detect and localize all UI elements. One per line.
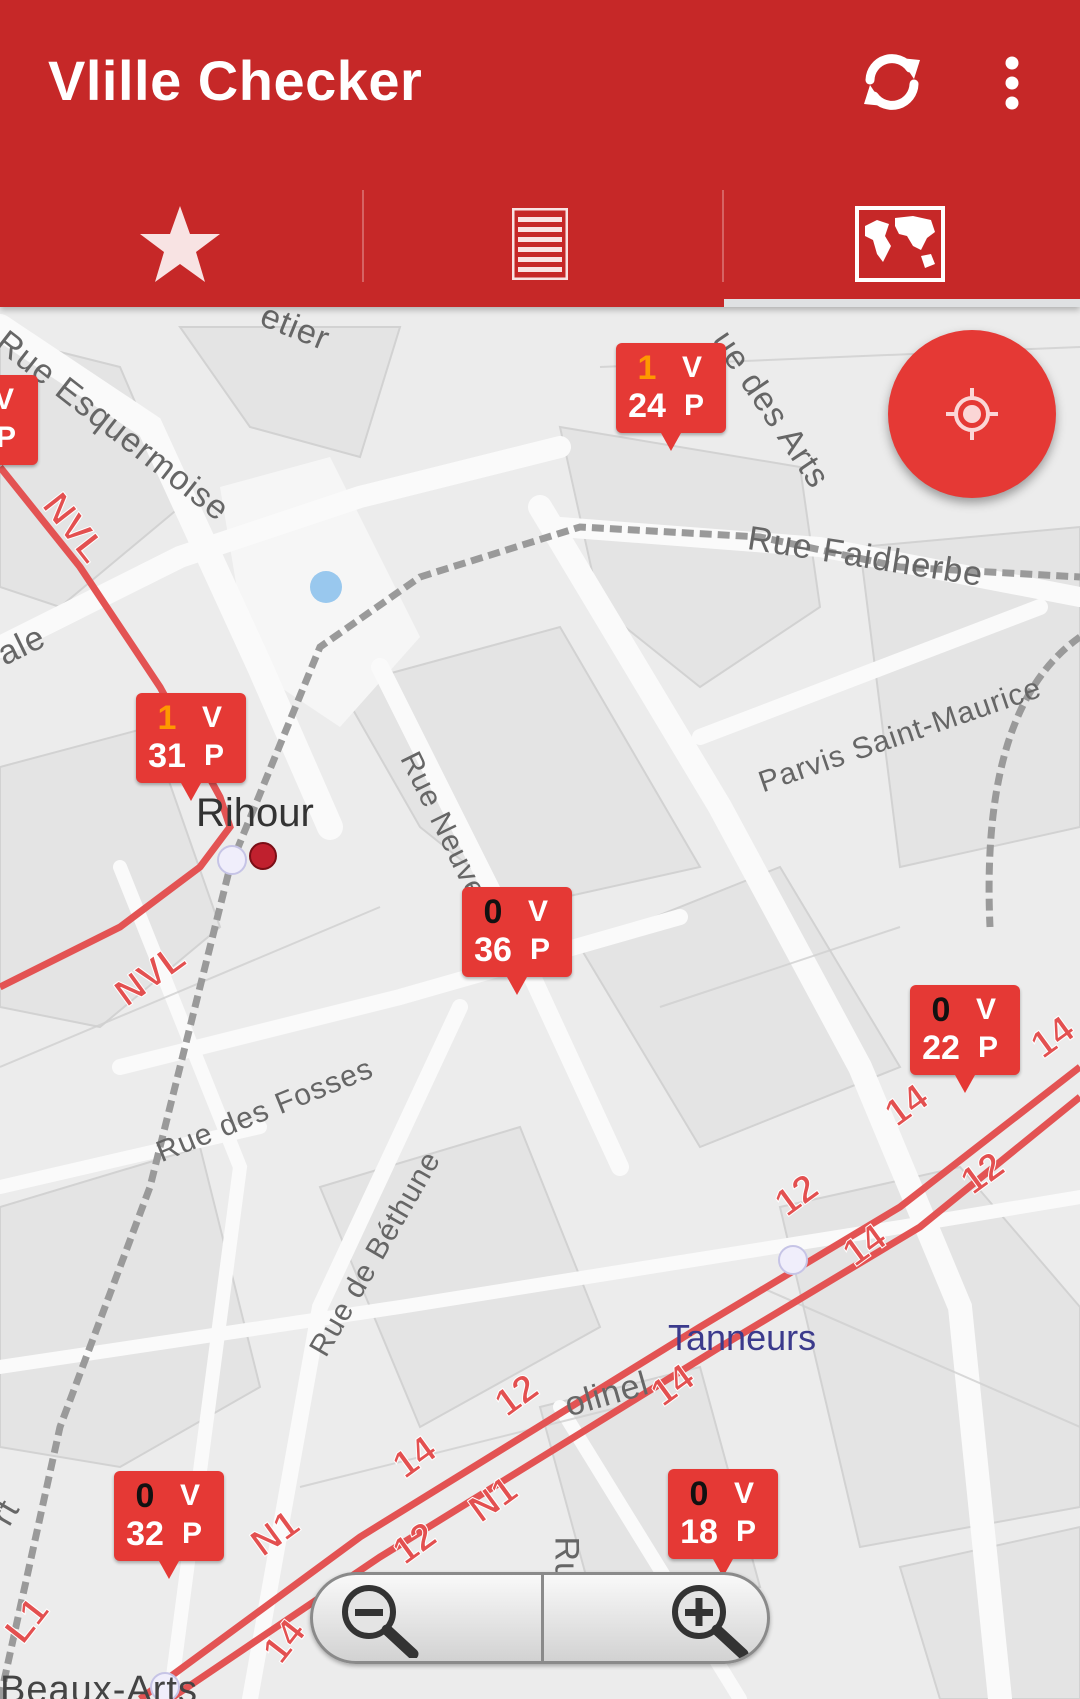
zoom-in-button[interactable] <box>539 1575 767 1661</box>
station-bikes-available: 0 <box>689 1475 709 1513</box>
tab-favorites[interactable] <box>0 180 360 307</box>
bikes-unit-label: V <box>0 383 15 416</box>
street-label: Beaux-Arts <box>0 1669 198 1699</box>
stop-label-rihour: Rihour <box>196 791 314 835</box>
app-bar: Vlille Checker <box>0 0 1080 307</box>
places-unit-label: P <box>204 739 225 772</box>
tab-list[interactable] <box>360 180 720 307</box>
places-unit-label: P <box>978 1031 999 1064</box>
zoom-out-button[interactable] <box>313 1575 541 1661</box>
station-marker[interactable]: 0 22 V P <box>910 985 1020 1093</box>
places-unit-label: P <box>736 1515 757 1548</box>
bikes-unit-label: V <box>976 993 997 1026</box>
station-marker[interactable]: 1 24 V P <box>616 343 726 451</box>
station-bikes-available: 0 <box>931 991 951 1029</box>
places-unit-label: P <box>182 1517 203 1550</box>
tab-bar <box>0 180 1080 307</box>
my-location-button[interactable] <box>888 330 1056 498</box>
station-places-available: 24 <box>628 387 666 425</box>
station-bikes-available: 0 <box>483 893 503 931</box>
station-places-available: 36 <box>474 931 512 969</box>
app-title: Vlille Checker <box>48 49 423 112</box>
station-marker[interactable]: 0 18 V P <box>668 1469 778 1577</box>
station-marker[interactable]: 0 36 V P <box>462 887 572 995</box>
station-places-available: 31 <box>148 737 186 775</box>
star-icon <box>140 205 220 282</box>
station-places-available: 22 <box>922 1029 960 1067</box>
station-marker[interactable]: 1 31 V P <box>136 693 246 801</box>
places-unit-label: P <box>0 421 17 454</box>
map-icon <box>855 205 945 282</box>
station-places-available: 18 <box>680 1513 718 1551</box>
places-unit-label: P <box>530 933 551 966</box>
tab-map[interactable] <box>720 180 1080 307</box>
map-view[interactable]: etier Rue Esquermoise ue des Arts Rue Fa… <box>0 307 1080 1699</box>
bikes-unit-label: V <box>528 895 549 928</box>
list-icon <box>512 207 568 280</box>
refresh-icon <box>864 54 920 110</box>
station-marker[interactable]: 0 32 V P <box>114 1471 224 1579</box>
station-places-available: 32 <box>126 1515 164 1553</box>
refresh-button[interactable] <box>846 36 938 128</box>
zoom-controls <box>310 1572 770 1664</box>
bikes-unit-label: V <box>202 701 223 734</box>
my-location-icon <box>946 388 998 440</box>
bikes-unit-label: V <box>682 351 703 384</box>
station-marker[interactable]: V P <box>0 375 38 465</box>
zoom-in-icon <box>672 1585 749 1658</box>
bikes-unit-label: V <box>180 1479 201 1512</box>
bikes-unit-label: V <box>734 1477 755 1510</box>
stop-label-tanneurs: Tanneurs <box>668 1317 817 1358</box>
tab-selected-indicator <box>724 299 1080 307</box>
zoom-out-icon <box>342 1585 419 1658</box>
more-vert-icon <box>1005 56 1019 110</box>
overflow-menu-button[interactable] <box>988 40 1036 126</box>
station-bikes-available: 0 <box>135 1477 155 1515</box>
station-bikes-available: 1 <box>637 349 657 387</box>
places-unit-label: P <box>684 389 705 422</box>
station-bikes-available: 1 <box>157 699 177 737</box>
